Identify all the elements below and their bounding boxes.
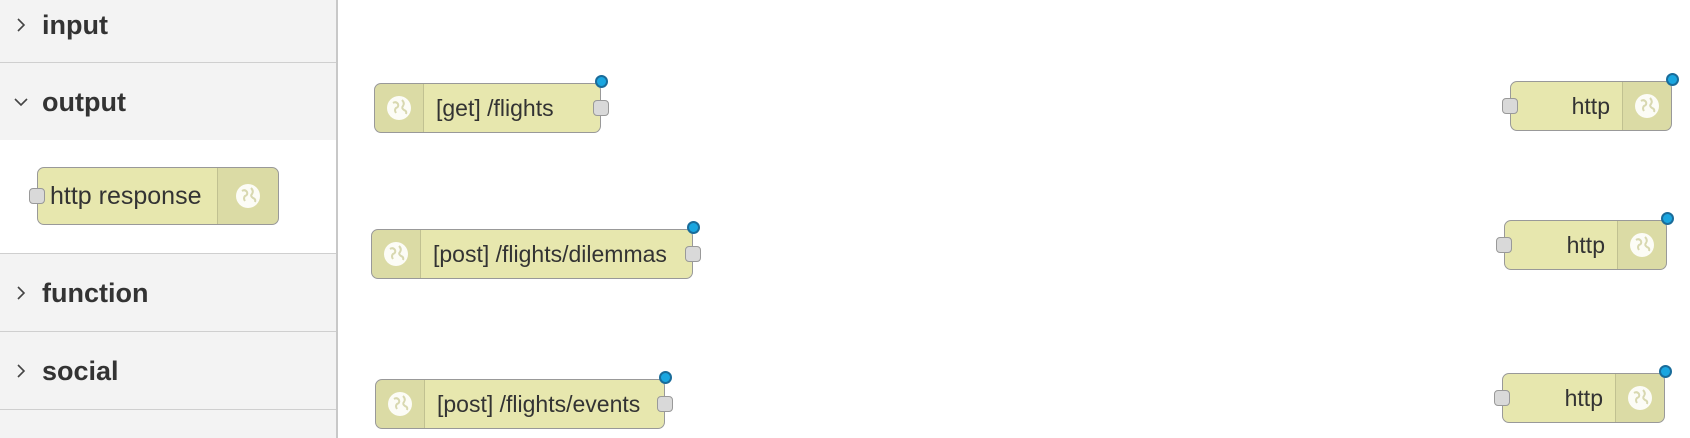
input-port[interactable]: [1494, 390, 1510, 406]
changed-indicator: [659, 371, 672, 384]
http-response-node[interactable]: http: [1502, 73, 1679, 131]
palette-category-body-output: http response: [0, 140, 336, 253]
globe-icon: [1617, 221, 1666, 269]
output-port[interactable]: [685, 246, 701, 262]
node-label: [post] /flights/dilemmas: [433, 240, 667, 267]
http-response-node[interactable]: http: [1494, 365, 1672, 423]
chevron-right-icon: [0, 364, 42, 378]
changed-indicator: [595, 75, 608, 88]
http-response-node[interactable]: http: [1496, 212, 1674, 270]
node-label: [get] /flights: [436, 94, 554, 121]
palette-category-label: input: [42, 9, 108, 40]
http-in-node[interactable]: [post] /flights/dilemmas: [371, 221, 701, 279]
node-palette: input output http response function soci…: [0, 0, 338, 438]
input-port[interactable]: [1496, 237, 1512, 253]
globe-icon: [376, 380, 425, 428]
palette-category-label: output: [42, 86, 126, 117]
changed-indicator: [1659, 365, 1672, 378]
chevron-right-icon: [0, 286, 42, 300]
palette-category-output[interactable]: output: [0, 63, 336, 141]
node-label: http: [1564, 384, 1603, 411]
input-port[interactable]: [1502, 98, 1518, 114]
palette-node-http-response[interactable]: http response: [29, 167, 279, 225]
node-label: http response: [50, 181, 202, 210]
chevron-right-icon: [0, 18, 42, 32]
http-in-node[interactable]: [post] /flights/events: [375, 371, 673, 429]
output-port[interactable]: [657, 396, 673, 412]
node-label: [post] /flights/events: [437, 390, 641, 417]
flow-workspace[interactable]: [get] /flights [post] /flights/dilemmas …: [338, 0, 1690, 438]
output-port[interactable]: [593, 100, 609, 116]
http-in-node[interactable]: [get] /flights: [374, 75, 609, 133]
palette-category-label: social: [42, 355, 119, 386]
palette-category-label: function: [42, 277, 149, 308]
palette-category-function[interactable]: function: [0, 254, 336, 332]
changed-indicator: [1661, 212, 1674, 225]
globe-icon: [372, 230, 421, 278]
chevron-down-icon: [0, 95, 42, 109]
globe-icon: [1622, 82, 1671, 130]
changed-indicator: [1666, 73, 1679, 86]
changed-indicator: [687, 221, 700, 234]
palette-category-input[interactable]: input: [0, 0, 336, 64]
node-label: http: [1571, 92, 1610, 119]
palette-category-social[interactable]: social: [0, 332, 336, 410]
globe-icon: [1615, 374, 1664, 422]
globe-icon: [217, 168, 278, 224]
node-label: http: [1566, 231, 1605, 258]
globe-icon: [375, 84, 424, 132]
input-port[interactable]: [29, 188, 45, 204]
divider: [0, 409, 336, 410]
